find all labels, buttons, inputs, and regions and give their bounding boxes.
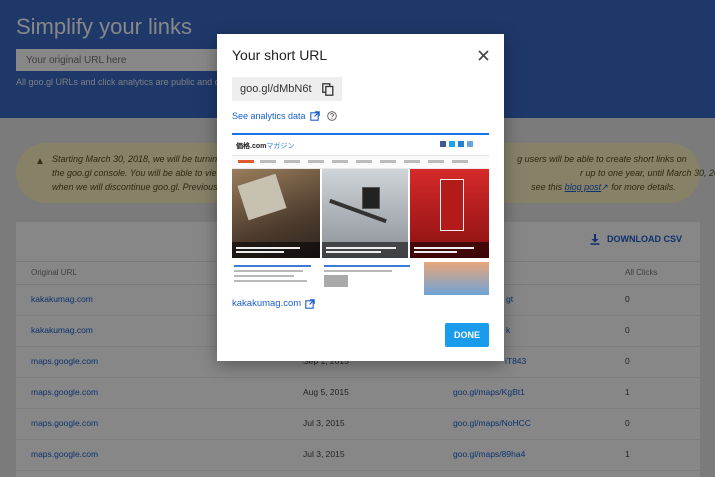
preview-article-3 — [424, 262, 489, 295]
facebook-icon — [440, 141, 446, 147]
close-button[interactable] — [474, 46, 492, 64]
preview-image-1 — [232, 169, 320, 258]
preview-domain-link[interactable]: kakakumag.com — [232, 298, 315, 309]
rss-icon — [467, 141, 473, 147]
preview-domain-text[interactable]: kakakumag.com — [232, 298, 301, 309]
preview-logo: 価格.comマガジン — [236, 141, 294, 151]
analytics-link[interactable]: See analytics data — [232, 111, 337, 121]
short-url-box[interactable]: goo.gl/dMbN6t — [232, 77, 342, 101]
preview-image-3 — [410, 169, 489, 258]
preview-logo-main: 価格.com — [236, 143, 267, 150]
done-button[interactable]: DONE — [445, 323, 489, 347]
short-url-dialog: Your short URL goo.gl/dMbN6t See analyti… — [217, 34, 504, 361]
copy-icon[interactable] — [321, 82, 334, 96]
preview-article-1 — [234, 262, 320, 295]
preview-nav — [232, 156, 489, 169]
external-link-icon — [309, 111, 320, 121]
short-url-text[interactable]: goo.gl/dMbN6t — [240, 83, 312, 95]
rss-icon — [458, 141, 464, 147]
help-icon[interactable] — [326, 111, 337, 121]
page-preview-thumbnail[interactable]: 価格.comマガジン — [232, 133, 489, 295]
preview-logo-sub: マガジン — [266, 143, 295, 150]
external-link-icon — [305, 298, 315, 309]
preview-image-2 — [322, 169, 408, 258]
preview-article-2 — [324, 262, 414, 295]
analytics-label[interactable]: See analytics data — [232, 111, 306, 121]
close-icon — [477, 49, 489, 61]
preview-social-icons — [440, 141, 473, 147]
twitter-icon — [449, 141, 455, 147]
preview-header: 価格.comマガジン — [232, 135, 489, 156]
dialog-title: Your short URL — [232, 47, 328, 63]
